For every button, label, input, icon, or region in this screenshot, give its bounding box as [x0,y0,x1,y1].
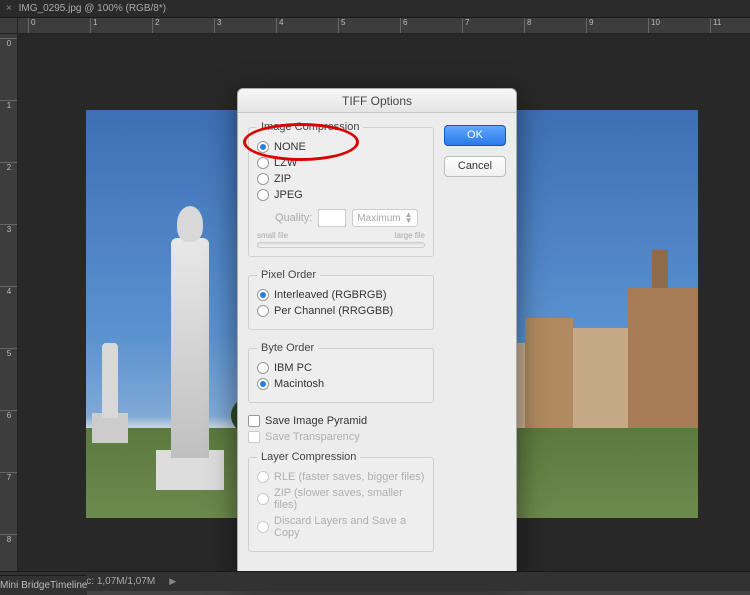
ruler-horizontal[interactable]: 0 1 2 3 4 5 6 7 8 9 10 11 [18,18,750,34]
radio-label: Interleaved (RGBRGB) [274,289,386,301]
ruler-tick: 6 [0,410,18,420]
ruler-tick: 0 [0,38,18,48]
ruler-tick: 2 [0,162,18,172]
radio-icon [257,157,269,169]
ruler-tick: 9 [586,18,593,34]
ok-button[interactable]: OK [444,125,506,146]
image-compression-group: Image Compression NONE LZW ZIP JPEG Qual… [248,121,434,257]
ruler-vertical[interactable]: 0 1 2 3 4 5 6 7 8 [0,34,18,571]
radio-icon [257,378,269,390]
chevron-updown-icon: ▲▼ [405,212,413,224]
radio-label: LZW [274,157,297,169]
radio-label: ZIP (slower saves, smaller files) [274,487,425,511]
ruler-tick: 4 [276,18,283,34]
radio-label: Macintosh [274,378,324,390]
document-title: IMG_0295.jpg @ 100% (RGB/8*) [19,3,166,14]
ruler-tick: 6 [400,18,407,34]
byte-order-mac[interactable]: Macintosh [257,378,425,390]
radio-label: Per Channel (RRGGBB) [274,305,393,317]
photo-statue [171,238,209,458]
radio-icon [257,189,269,201]
compression-zip[interactable]: ZIP [257,173,425,185]
checkbox-icon [248,431,260,443]
ruler-tick: 5 [338,18,345,34]
photo-buildings [498,253,698,433]
tiff-options-dialog: TIFF Options Image Compression NONE LZW … [237,88,517,579]
slider-label-small: small file [257,231,288,240]
pixel-order-interleaved[interactable]: Interleaved (RGBRGB) [257,289,425,301]
radio-icon [257,471,269,483]
ruler-tick: 11 [710,18,721,34]
status-bar: 100%▼ Doc: 1,07M/1,07M ▶ [0,571,750,591]
radio-icon [257,521,269,533]
quality-preset-label: Maximum [357,213,400,224]
save-transparency: Save Transparency [248,431,434,443]
ruler-tick: 3 [214,18,221,34]
pixel-order-legend: Pixel Order [257,269,320,281]
layer-discard: Discard Layers and Save a Copy [257,515,425,539]
radio-icon [257,493,269,505]
photo-statue [102,343,118,418]
layer-compression-group: Layer Compression RLE (faster saves, big… [248,451,434,552]
radio-icon [257,141,269,153]
radio-icon [257,305,269,317]
byte-order-group: Byte Order IBM PC Macintosh [248,342,434,403]
checkbox-label: Save Transparency [265,431,360,443]
ruler-tick: 7 [0,472,18,482]
radio-label: NONE [274,141,306,153]
ruler-tick: 4 [0,286,18,296]
ruler-tick: 1 [0,100,18,110]
radio-icon [257,362,269,374]
checkbox-label: Save Image Pyramid [265,415,367,427]
ruler-tick: 2 [152,18,159,34]
radio-label: ZIP [274,173,291,185]
radio-label: JPEG [274,189,303,201]
cancel-button[interactable]: Cancel [444,156,506,177]
checkbox-icon [248,415,260,427]
pixel-order-group: Pixel Order Interleaved (RGBRGB) Per Cha… [248,269,434,330]
byte-order-ibm[interactable]: IBM PC [257,362,425,374]
tab-mini-bridge[interactable]: Mini Bridge [0,575,50,595]
compression-jpeg[interactable]: JPEG [257,189,425,201]
compression-none[interactable]: NONE [257,141,425,153]
play-icon[interactable]: ▶ [169,576,176,587]
layer-zip: ZIP (slower saves, smaller files) [257,487,425,511]
ruler-tick: 8 [524,18,531,34]
ruler-tick: 7 [462,18,469,34]
save-image-pyramid[interactable]: Save Image Pyramid [248,415,434,427]
compression-lzw[interactable]: LZW [257,157,425,169]
quality-input [318,209,346,227]
tab-timeline[interactable]: Timeline [50,575,87,595]
document-tab[interactable]: × IMG_0295.jpg @ 100% (RGB/8*) [0,0,750,18]
ruler-corner [0,18,18,34]
close-icon[interactable]: × [6,3,12,14]
layer-rle: RLE (faster saves, bigger files) [257,471,425,483]
radio-icon [257,173,269,185]
ruler-tick: 1 [90,18,97,34]
pixel-order-per-channel[interactable]: Per Channel (RRGGBB) [257,305,425,317]
byte-order-legend: Byte Order [257,342,318,354]
image-compression-legend: Image Compression [257,121,363,133]
ruler-tick: 0 [28,18,35,34]
radio-icon [257,289,269,301]
ruler-tick: 3 [0,224,18,234]
ruler-tick: 8 [0,534,18,544]
radio-label: Discard Layers and Save a Copy [274,515,425,539]
ruler-tick: 5 [0,348,18,358]
layer-compression-legend: Layer Compression [257,451,360,463]
radio-label: IBM PC [274,362,312,374]
radio-label: RLE (faster saves, bigger files) [274,471,424,483]
dialog-title: TIFF Options [238,89,516,113]
quality-preset-select: Maximum ▲▼ [352,209,417,227]
quality-slider [257,242,425,248]
quality-label: Quality: [275,212,312,224]
ruler-tick: 10 [648,18,660,34]
slider-label-large: large file [395,231,425,240]
